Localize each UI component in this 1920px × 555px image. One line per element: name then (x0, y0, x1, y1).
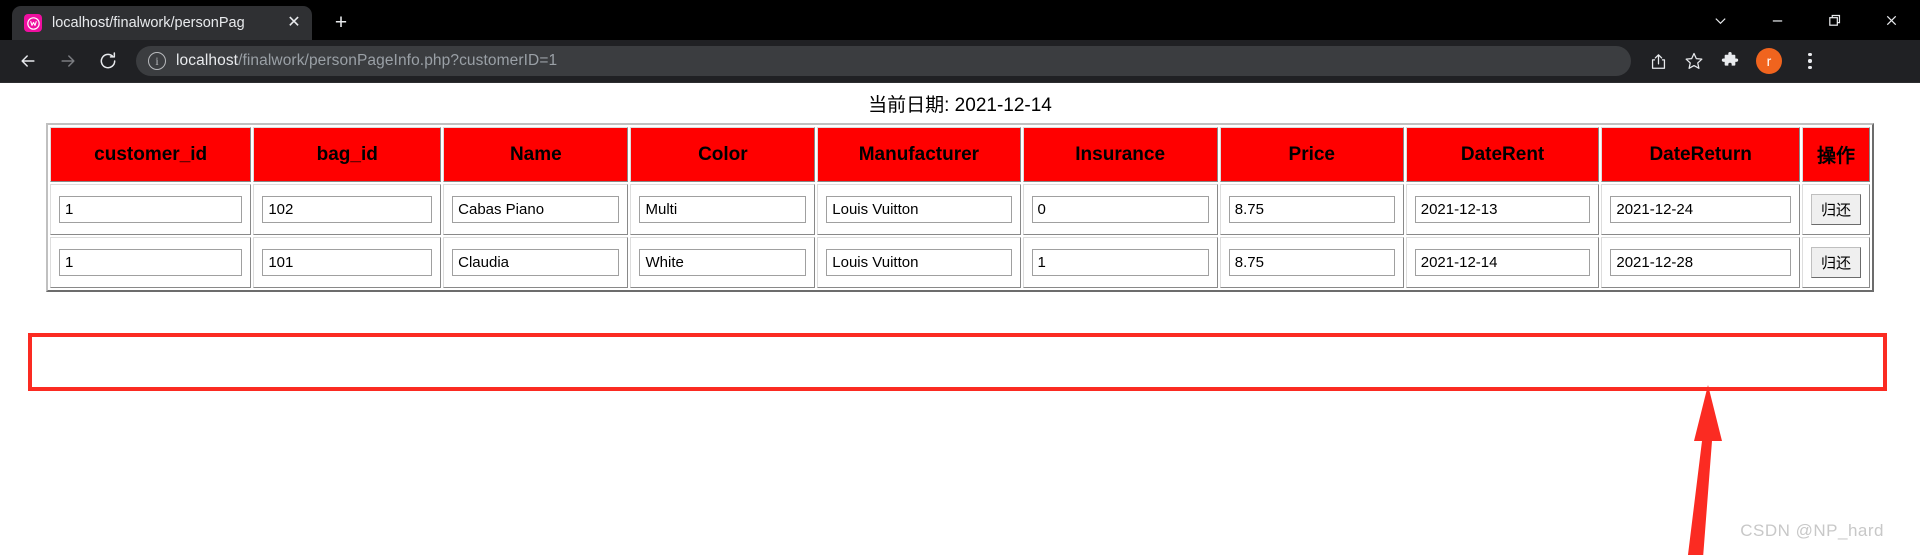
table-row: 归还 (50, 184, 1870, 235)
column-header-bag-id: bag_id (253, 127, 442, 182)
url-host: localhost (176, 52, 239, 69)
browser-titlebar: localhost/finalwork/personPag ✕ + (0, 0, 1920, 40)
close-icon[interactable] (1863, 0, 1920, 40)
table-header-row: customer_id bag_id Name Color Manufactur… (50, 127, 1870, 182)
manufacturer-input[interactable] (826, 249, 1012, 276)
extensions-puzzle-icon[interactable] (1713, 44, 1747, 78)
table-body: 归还 归还 (50, 184, 1870, 288)
cell-color (630, 237, 816, 288)
share-icon[interactable] (1641, 44, 1675, 78)
browser-toolbar: i localhost/finalwork/personPageInfo.php… (0, 40, 1920, 83)
address-bar-url: localhost/finalwork/personPageInfo.php?c… (176, 52, 557, 70)
customer-id-input[interactable] (59, 249, 243, 276)
customer-id-input[interactable] (59, 196, 243, 223)
cell-insurance (1022, 237, 1218, 288)
cell-name (443, 237, 629, 288)
reload-button-icon[interactable] (90, 43, 126, 79)
three-dot-glyph (1808, 52, 1812, 70)
table-row: 归还 (50, 237, 1870, 288)
name-input[interactable] (452, 249, 620, 276)
color-input[interactable] (639, 249, 807, 276)
profile-avatar[interactable]: r (1756, 48, 1782, 74)
cell-price (1219, 237, 1404, 288)
date-rent-input[interactable] (1414, 249, 1591, 276)
cell-manufacturer (817, 184, 1021, 235)
forward-button-icon[interactable] (50, 43, 86, 79)
cell-operation: 归还 (1801, 237, 1870, 288)
tab-strip: localhost/finalwork/personPag ✕ + (0, 0, 358, 40)
return-button[interactable]: 归还 (1810, 194, 1861, 225)
tab-favicon-icon (24, 14, 42, 32)
cell-color (630, 184, 816, 235)
price-input[interactable] (1228, 249, 1395, 276)
cell-date-rent (1405, 237, 1600, 288)
new-tab-button[interactable]: + (324, 5, 358, 39)
date-rent-input[interactable] (1414, 196, 1591, 223)
annotation-highlight-box (28, 333, 1887, 391)
tab-title: localhost/finalwork/personPag (52, 15, 245, 31)
date-return-input[interactable] (1610, 249, 1791, 276)
cell-date-return (1601, 237, 1800, 288)
back-button-icon[interactable] (10, 43, 46, 79)
cell-operation: 归还 (1801, 184, 1870, 235)
column-header-price: Price (1219, 127, 1404, 182)
window-controls (1692, 0, 1920, 40)
tab-close-icon[interactable]: ✕ (284, 13, 304, 33)
browser-window: localhost/finalwork/personPag ✕ + i loca… (0, 0, 1920, 555)
name-input[interactable] (452, 196, 620, 223)
minimize-icon[interactable] (1749, 0, 1806, 40)
column-header-date-rent: DateRent (1405, 127, 1600, 182)
bookmark-star-icon[interactable] (1677, 44, 1711, 78)
url-path: /finalwork/personPageInfo.php?customerID… (238, 52, 558, 69)
date-return-input[interactable] (1610, 196, 1791, 223)
return-button[interactable]: 归还 (1810, 247, 1861, 278)
browser-tab[interactable]: localhost/finalwork/personPag ✕ (12, 6, 312, 40)
chevron-down-icon[interactable] (1692, 0, 1749, 40)
bag-id-input[interactable] (262, 196, 433, 223)
column-header-color: Color (630, 127, 816, 182)
cell-manufacturer (817, 237, 1021, 288)
column-header-operation: 操作 (1801, 127, 1870, 182)
cell-name (443, 184, 629, 235)
chrome-menu-icon[interactable] (1793, 44, 1827, 78)
csdn-watermark: CSDN @NP_hard (1740, 521, 1884, 540)
cell-customer-id (50, 237, 252, 288)
column-header-name: Name (443, 127, 629, 182)
column-header-manufacturer: Manufacturer (817, 127, 1021, 182)
column-header-insurance: Insurance (1022, 127, 1218, 182)
address-bar[interactable]: i localhost/finalwork/personPageInfo.php… (136, 46, 1631, 76)
color-input[interactable] (639, 196, 807, 223)
insurance-input[interactable] (1031, 249, 1209, 276)
cell-date-return (1601, 184, 1800, 235)
manufacturer-input[interactable] (826, 196, 1012, 223)
insurance-input[interactable] (1031, 196, 1209, 223)
cell-customer-id (50, 184, 252, 235)
price-input[interactable] (1228, 196, 1395, 223)
page-title: 当前日期: 2021-12-14 (868, 95, 1052, 116)
table-head: customer_id bag_id Name Color Manufactur… (50, 127, 1870, 182)
cell-date-rent (1405, 184, 1600, 235)
page-viewport: 当前日期: 2021-12-14 customer_id bag_id Name… (0, 83, 1920, 555)
cell-bag-id (253, 184, 442, 235)
toolbar-actions: r (1639, 44, 1827, 78)
rentals-table: customer_id bag_id Name Color Manufactur… (46, 123, 1874, 292)
restore-icon[interactable] (1806, 0, 1863, 40)
cell-price (1219, 184, 1404, 235)
site-info-icon[interactable]: i (148, 52, 166, 70)
bag-id-input[interactable] (262, 249, 433, 276)
column-header-customer-id: customer_id (50, 127, 252, 182)
cell-insurance (1022, 184, 1218, 235)
cell-bag-id (253, 237, 442, 288)
column-header-date-return: DateReturn (1601, 127, 1800, 182)
